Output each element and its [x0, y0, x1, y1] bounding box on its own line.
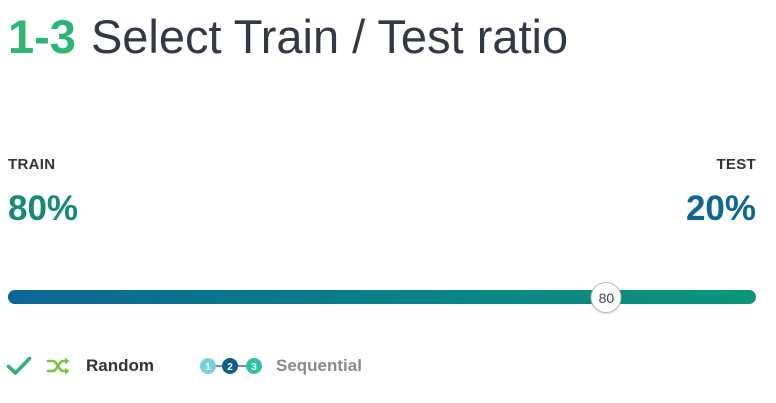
test-label: TEST [716, 156, 756, 173]
step-one-number: 1 [205, 362, 211, 373]
step-two-number: 2 [227, 362, 233, 373]
slider-handle[interactable]: 80 [590, 282, 622, 313]
random-option-label: Random [86, 356, 154, 375]
slider-track[interactable] [8, 290, 756, 304]
numbered-steps-icon: 1 2 3 [200, 358, 262, 374]
page-title: 1-3 Select Train / Test ratio [8, 2, 568, 72]
sequential-option-label: Sequential [276, 356, 362, 375]
page-title-text: Select Train / Test ratio [90, 10, 569, 63]
split-method-options: Random 1 2 3 Sequential [6, 352, 362, 380]
ratio-slider[interactable]: 80 [8, 272, 756, 322]
step-number: 1-3 [8, 10, 76, 63]
step-three-number: 3 [251, 362, 257, 373]
check-icon [6, 356, 32, 375]
random-option[interactable]: Random [6, 355, 154, 377]
train-percent: 80% [8, 189, 79, 228]
sequential-option[interactable]: 1 2 3 Sequential [198, 355, 362, 377]
train-label: TRAIN [8, 156, 56, 173]
shuffle-icon [46, 357, 70, 375]
test-percent: 20% [685, 189, 756, 228]
slider-value: 80 [598, 289, 615, 306]
